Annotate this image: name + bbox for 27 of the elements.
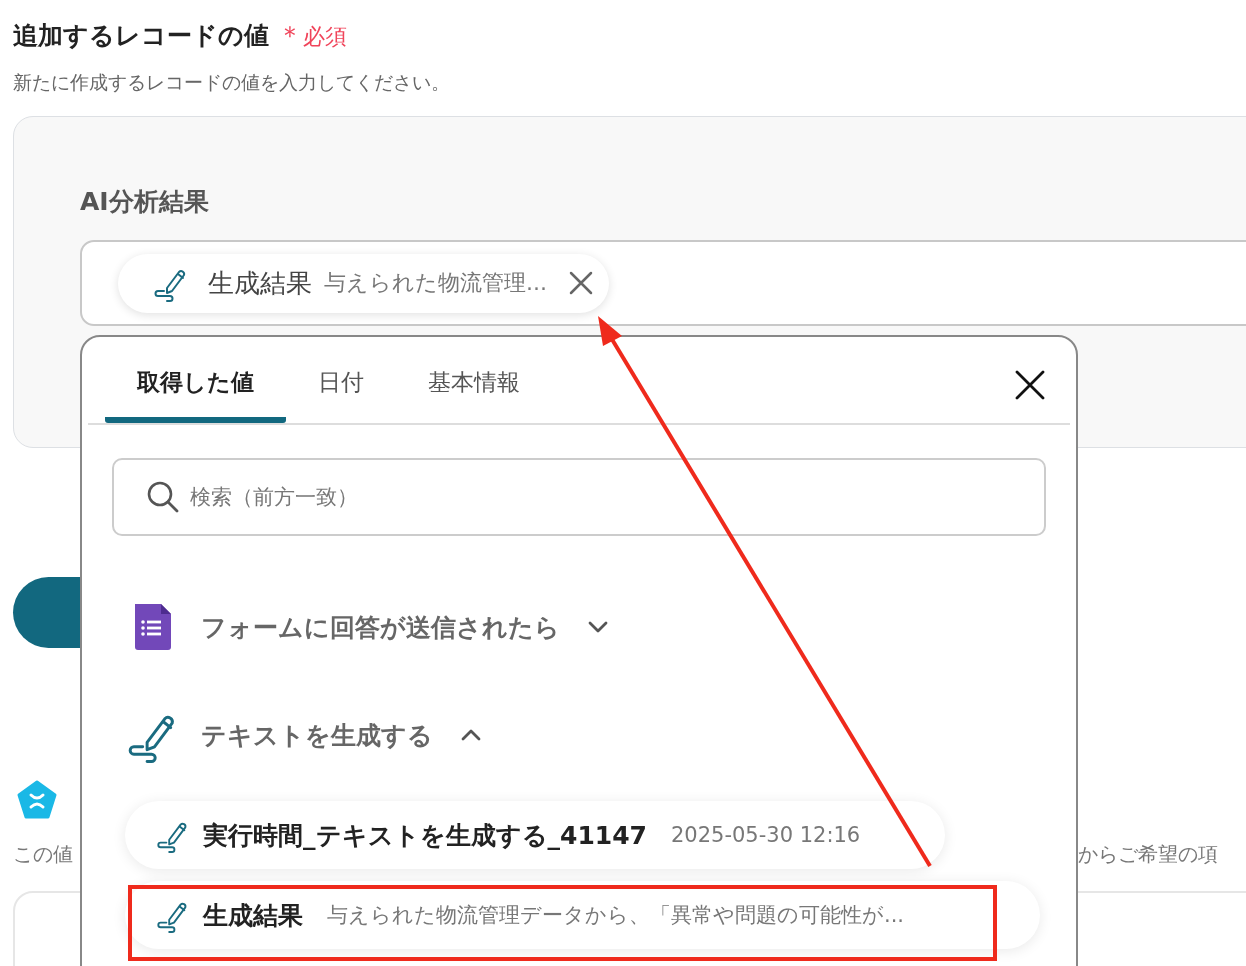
item-name: 実行時間_テキストを生成する_41147 bbox=[203, 819, 647, 852]
token-preview: 与えられた物流管理... bbox=[324, 269, 547, 297]
field-label: AI分析結果 bbox=[80, 186, 210, 218]
close-icon[interactable] bbox=[1014, 369, 1046, 401]
search-field[interactable]: 検索（前方一致） bbox=[112, 458, 1046, 536]
item-value: 与えられた物流管理データから、「異常や問題の可能性が... bbox=[327, 902, 905, 929]
pentagon-icon bbox=[17, 780, 57, 820]
section-title: 追加するレコードの値 bbox=[13, 20, 269, 52]
section-description: この値 bbox=[13, 842, 73, 866]
token-name: 生成結果 bbox=[208, 266, 312, 300]
value-item[interactable]: 実行時間_テキストを生成する_41147 2025-05-30 12:16 bbox=[125, 801, 945, 869]
group-title[interactable]: フォームに回答が送信されたら bbox=[201, 610, 560, 644]
close-icon bbox=[567, 269, 595, 297]
search-icon bbox=[146, 480, 180, 514]
value-token[interactable]: 生成結果 与えられた物流管理... bbox=[118, 253, 609, 313]
group-title[interactable]: テキストを生成する bbox=[201, 718, 433, 752]
picker-tab[interactable]: 基本情報 bbox=[396, 347, 552, 423]
required-label: 必須 bbox=[303, 24, 347, 49]
value-field[interactable]: 生成結果 与えられた物流管理... bbox=[80, 240, 1246, 326]
value-item[interactable]: 生成結果 与えられた物流管理データから、「異常や問題の可能性が... bbox=[125, 881, 1040, 949]
item-name: 生成結果 bbox=[203, 899, 303, 932]
picker-tab[interactable]: 取得した値 bbox=[105, 347, 286, 423]
section-description: からご希望の項 bbox=[1078, 841, 1218, 867]
required-mark: ＊ bbox=[277, 20, 303, 50]
picker-tab[interactable]: 日付 bbox=[286, 347, 396, 423]
section-description: 新たに作成するレコードの値を入力してください。 bbox=[13, 70, 451, 95]
item-value: 2025-05-30 12:16 bbox=[671, 823, 861, 847]
